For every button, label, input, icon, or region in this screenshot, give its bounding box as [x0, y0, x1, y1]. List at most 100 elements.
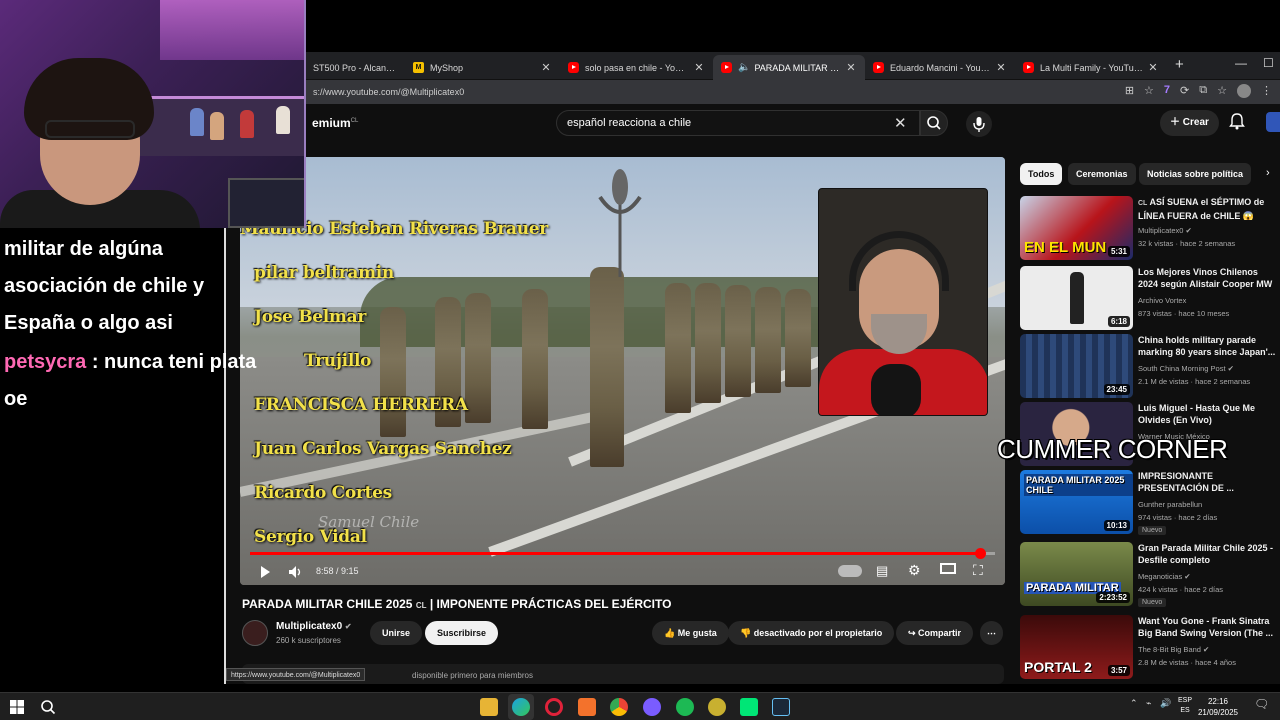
browser-tab[interactable]: La Multi Family - YouTube ✕: [1015, 55, 1167, 80]
volume-icon[interactable]: [288, 565, 304, 579]
share-button[interactable]: ↪ Compartir: [896, 621, 974, 645]
channel-name[interactable]: Meganoticias ✔: [1138, 572, 1191, 581]
edge-icon[interactable]: [512, 698, 530, 716]
channel-name[interactable]: South China Morning Post ✔: [1138, 364, 1234, 373]
join-button[interactable]: Unirse: [370, 621, 423, 645]
create-button[interactable]: ＋ Crear: [1160, 110, 1219, 136]
steam-icon[interactable]: [772, 698, 790, 716]
video-thumbnail[interactable]: 6:18: [1020, 266, 1133, 330]
channel-avatar[interactable]: [242, 620, 268, 646]
system-clock[interactable]: 22:16 21/09/2025: [1198, 696, 1238, 718]
autoplay-toggle[interactable]: [838, 565, 862, 577]
search-button[interactable]: [920, 110, 948, 136]
dislike-button[interactable]: 👎 desactivado por el propietario: [728, 621, 895, 645]
video-player[interactable]: Mauricio Esteban Riveras Brauer pilar be…: [240, 157, 1005, 585]
chip-todos[interactable]: Todos: [1020, 163, 1063, 185]
settings-gear-icon[interactable]: ⚙: [908, 562, 921, 579]
notifications-icon[interactable]: 🗨: [1254, 697, 1269, 711]
chip-noticias-politica[interactable]: Noticias sobre política: [1139, 163, 1252, 185]
puzzle-icon[interactable]: ⧉: [1199, 84, 1207, 98]
close-icon[interactable]: ✕: [995, 61, 1007, 74]
chrome-icon[interactable]: [610, 698, 628, 716]
search-input[interactable]: español reacciona a chile: [556, 110, 920, 136]
video-title[interactable]: Luis Miguel - Hasta Que Me Olvides (En V…: [1138, 402, 1278, 426]
recommended-video[interactable]: PARADA MILITAR 2:23:52 Gran Parada Milit…: [1020, 542, 1280, 608]
kick-icon[interactable]: [740, 698, 758, 716]
browser-tab[interactable]: solo pasa en chile - YouTube ✕: [560, 55, 713, 80]
channel-name[interactable]: Gunther parabellun: [1138, 500, 1202, 509]
browser-tab-active[interactable]: 🔈 PARADA MILITAR CHILE 20 ✕: [713, 55, 865, 80]
youtube-logo[interactable]: emiumCL: [312, 116, 358, 130]
refresh-icon[interactable]: ⟳: [1180, 84, 1189, 98]
recommended-video[interactable]: PORTAL 2 3:57 Want You Gone - Frank Sina…: [1020, 615, 1280, 681]
recommended-video[interactable]: PARADA MILITAR 2025 CHILE 10:13 IMPRESIO…: [1020, 470, 1280, 536]
video-thumbnail[interactable]: PARADA MILITAR 2:23:52: [1020, 542, 1133, 606]
menu-icon[interactable]: ⋮: [1261, 84, 1272, 98]
spotify-icon[interactable]: [676, 698, 694, 716]
chip-ceremonias[interactable]: Ceremonias: [1068, 163, 1136, 185]
toolbar-icons: ⊞ ☆ 7 ⟳ ⧉ ☆ ⋮: [1125, 84, 1272, 98]
channel-name[interactable]: The 8-Bit Big Band ✔: [1138, 645, 1209, 654]
file-explorer-icon[interactable]: [480, 698, 498, 716]
video-thumbnail[interactable]: EN EL MUN 5:31: [1020, 196, 1133, 260]
language-indicator[interactable]: ESP ES: [1178, 696, 1192, 716]
progress-scrubber[interactable]: [974, 548, 986, 559]
theater-mode-icon[interactable]: [940, 563, 956, 574]
youtube-icon: [568, 62, 579, 73]
windows-start-icon[interactable]: [10, 700, 24, 714]
favorites-icon[interactable]: ☆: [1217, 84, 1227, 98]
recommended-video[interactable]: EN EL MUN 5:31 CL ASÍ SUENA el SÉPTIMO d…: [1020, 196, 1280, 262]
video-thumbnail[interactable]: 23:45: [1020, 334, 1133, 398]
progress-bar[interactable]: [250, 548, 995, 559]
video-title[interactable]: Want You Gone - Frank Sinatra Big Band S…: [1138, 615, 1278, 639]
voice-search-button[interactable]: [966, 111, 992, 137]
clear-search-icon[interactable]: ✕: [894, 114, 907, 132]
discord-icon[interactable]: [643, 698, 661, 716]
video-title[interactable]: Los Mejores Vinos Chilenos 2024 según Al…: [1138, 266, 1278, 290]
video-title[interactable]: CL ASÍ SUENA el SÉPTIMO de LÍNEA FUERA d…: [1138, 196, 1278, 220]
video-title[interactable]: Gran Parada Militar Chile 2025 - Desfile…: [1138, 542, 1278, 566]
notifications-bell-icon[interactable]: [1229, 112, 1245, 135]
recommended-video[interactable]: 6:18 Los Mejores Vinos Chilenos 2024 seg…: [1020, 266, 1280, 332]
more-actions-button[interactable]: ⋯: [980, 621, 1003, 645]
volume-icon[interactable]: 🔊: [1160, 698, 1171, 709]
video-title[interactable]: China holds military parade marking 80 y…: [1138, 334, 1278, 358]
url-field[interactable]: s://www.youtube.com/@Multiplicatex0: [307, 83, 1087, 101]
app-icon[interactable]: [708, 698, 726, 716]
fullscreen-icon[interactable]: ⛶: [973, 562, 983, 579]
user-avatar[interactable]: [1266, 112, 1280, 132]
extension-icon[interactable]: 7: [1164, 84, 1170, 98]
speaker-icon[interactable]: 🔈: [738, 62, 750, 73]
browser-tab[interactable]: Eduardo Mancini - YouTube ✕: [865, 55, 1015, 80]
app-icon[interactable]: [578, 698, 596, 716]
channel-name[interactable]: Multiplicatex0 ✔: [1138, 226, 1192, 235]
close-icon[interactable]: ✕: [1147, 61, 1159, 74]
new-tab-button[interactable]: +: [1175, 56, 1184, 73]
opera-icon[interactable]: [545, 698, 563, 716]
chevron-right-icon[interactable]: ›: [1266, 167, 1270, 179]
channel-name[interactable]: Archivo Vortex: [1138, 296, 1186, 305]
search-icon[interactable]: [40, 699, 56, 715]
channel-name[interactable]: Multiplicatex0 ✔: [276, 621, 352, 632]
subscribe-button[interactable]: Suscribirse: [425, 621, 499, 645]
video-title[interactable]: IMPRESIONANTE PRESENTACIÓN DE ...: [1138, 470, 1278, 494]
apps-icon[interactable]: ⊞: [1125, 84, 1134, 98]
browser-tab[interactable]: ST500 Pro - Alcantara: [305, 55, 405, 80]
profile-avatar[interactable]: [1237, 84, 1251, 98]
bookmark-star-icon[interactable]: ☆: [1144, 84, 1154, 98]
network-icon[interactable]: ⌁: [1146, 698, 1151, 709]
minimize-icon[interactable]: —: [1235, 56, 1247, 70]
video-thumbnail[interactable]: PARADA MILITAR 2025 CHILE 10:13: [1020, 470, 1133, 534]
video-thumbnail[interactable]: PORTAL 2 3:57: [1020, 615, 1133, 679]
close-icon[interactable]: ✕: [845, 61, 857, 74]
like-button[interactable]: 👍 Me gusta: [652, 621, 729, 645]
maximize-icon[interactable]: ☐: [1263, 56, 1274, 70]
browser-tab[interactable]: M MyShop ✕: [405, 55, 560, 80]
like-label: Me gusta: [677, 628, 717, 638]
chevron-up-icon[interactable]: ⌃: [1130, 698, 1138, 709]
close-icon[interactable]: ✕: [693, 61, 705, 74]
close-icon[interactable]: ✕: [540, 61, 552, 74]
subtitles-icon[interactable]: ▤: [876, 563, 888, 579]
recommended-video[interactable]: 23:45 China holds military parade markin…: [1020, 334, 1280, 400]
play-icon[interactable]: [258, 565, 272, 579]
